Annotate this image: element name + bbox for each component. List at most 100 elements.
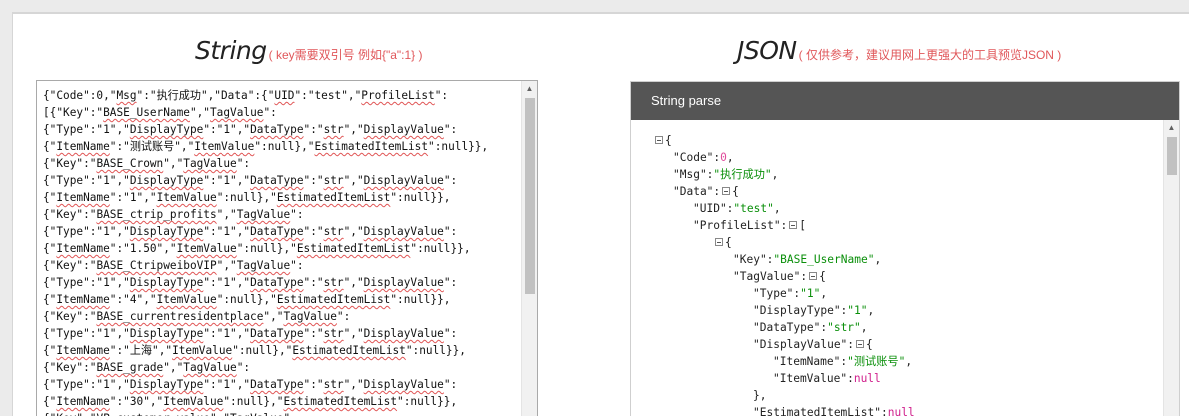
string-line: {"Key":"BASE_CtripweiboVIP","TagValue": — [43, 259, 304, 272]
collapse-minus-icon[interactable] — [856, 340, 865, 348]
json-value: }, — [753, 389, 767, 402]
json-value: "1" — [847, 304, 868, 317]
json-tree-row: "UID":"test", — [631, 200, 915, 217]
json-value: null — [887, 406, 915, 416]
json-tree-row: "Type":"1", — [631, 285, 915, 302]
json-panel: String parse {"Code":0, "Msg":"执行成功", "Dat… — [630, 81, 1180, 416]
string-line: {"Type":"1","DisplayType":"1","DataType"… — [43, 327, 458, 340]
string-input[interactable]: {"Code":0,"Msg":"执行成功","Data":{"UID":"te… — [36, 80, 538, 416]
json-key: "Type": — [753, 287, 801, 300]
json-value: "测试账号" — [847, 355, 906, 368]
json-value: [ — [799, 219, 807, 232]
json-value: "BASE_UserName" — [773, 253, 875, 266]
json-tree-row: "DisplayValue": { — [631, 336, 915, 353]
json-tree-row: "ProfileList": [ — [631, 217, 915, 234]
page-frame: String( key需要双引号 例如{"a":1} ) JSON( 仅供参考，… — [12, 12, 1189, 416]
collapse-minus-icon[interactable] — [722, 187, 731, 195]
json-tree-row: "DisplayType":"1", — [631, 302, 915, 319]
scrollbar-thumb[interactable] — [525, 98, 535, 294]
json-key: "EstimatedItemList": — [753, 406, 888, 416]
json-panel-scrollbar[interactable]: ▲ — [1163, 120, 1179, 416]
json-value: , — [860, 321, 868, 334]
json-tree-row: "Msg":"执行成功", — [631, 166, 915, 183]
json-key: "Msg": — [673, 168, 714, 181]
string-line: {"Key":"BASE_grade","TagValue": — [43, 361, 251, 374]
json-tree-row: "ItemValue":null — [631, 370, 915, 387]
json-tree-row: "DataType":"str", — [631, 319, 915, 336]
json-tree-row: "EstimatedItemList":null — [631, 404, 915, 416]
json-tree-row: { — [631, 234, 915, 251]
json-value: "test" — [733, 202, 774, 215]
string-line: {"Type":"1","DisplayType":"1","DataType"… — [43, 225, 458, 238]
json-value: , — [905, 355, 913, 368]
json-value: , — [771, 168, 779, 181]
json-key: "ItemValue": — [773, 372, 854, 385]
json-tree-row: "ItemName":"测试账号", — [631, 353, 915, 370]
string-heading: String( key需要双引号 例如{"a":1} ) — [195, 36, 423, 65]
json-tree-row: }, — [631, 387, 915, 404]
json-key: "Code": — [673, 151, 721, 164]
json-value: "执行成功" — [713, 168, 772, 181]
string-line: {"Key":"VP_customer_value","TagValue": — [43, 410, 515, 416]
string-line: {"ItemName":"1","ItemValue":null},"Estim… — [43, 191, 451, 204]
string-line: {"ItemName":"4","ItemValue":null},"Estim… — [43, 293, 451, 306]
json-panel-body: {"Code":0, "Msg":"执行成功", "Data":{"UID":"te… — [631, 120, 1179, 416]
json-tree-row: { — [631, 132, 915, 149]
json-tree-row: "Key":"BASE_UserName", — [631, 251, 915, 268]
collapse-minus-icon[interactable] — [809, 272, 818, 280]
json-value: { — [819, 270, 826, 283]
json-heading: JSON( 仅供参考，建议用网上更强大的工具预览JSON ) — [737, 36, 1061, 65]
collapse-minus-icon[interactable] — [655, 136, 663, 144]
string-line: {"ItemName":"测试账号","ItemValue":null},"Es… — [43, 140, 489, 153]
json-key: "Key": — [733, 253, 774, 266]
json-value: , — [820, 287, 828, 300]
json-tree-row: "TagValue": { — [631, 268, 915, 285]
string-title: String — [195, 36, 267, 65]
string-line: {"Type":"1","DisplayType":"1","DataType"… — [43, 174, 458, 187]
json-value: "1" — [800, 287, 821, 300]
string-input-scrollbar[interactable]: ▲ — [521, 81, 537, 416]
json-key: "ItemName": — [773, 355, 848, 368]
json-value: , — [874, 253, 882, 266]
scrollbar-thumb[interactable] — [1167, 137, 1177, 175]
arrow-up-icon[interactable]: ▲ — [522, 81, 537, 97]
string-line: {"Code":0,"Msg":"执行成功","Data":{"UID":"te… — [43, 89, 449, 102]
string-line: {"Type":"1","DisplayType":"1","DataType"… — [43, 123, 458, 136]
string-input-text[interactable]: {"Code":0,"Msg":"执行成功","Data":{"UID":"te… — [37, 81, 537, 416]
string-hint: ( key需要双引号 例如{"a":1} ) — [268, 48, 423, 62]
collapse-minus-icon[interactable] — [715, 238, 723, 246]
string-line: {"Type":"1","DisplayType":"1","DataType"… — [43, 276, 458, 289]
json-tree-row: "Code":0, — [631, 149, 915, 166]
json-value: null — [853, 372, 881, 385]
json-value: { — [725, 236, 732, 249]
json-tree-row: "Data": { — [631, 183, 915, 200]
json-value: 0 — [720, 151, 727, 164]
string-line: {"Key":"BASE_Crown","TagValue": — [43, 157, 251, 170]
json-panel-header: String parse — [631, 82, 1179, 120]
json-value: , — [773, 202, 781, 215]
json-hint: ( 仅供参考，建议用网上更强大的工具预览JSON ) — [798, 48, 1062, 62]
arrow-up-icon[interactable]: ▲ — [1164, 120, 1179, 136]
json-key: "DataType": — [753, 321, 828, 334]
json-tree: {"Code":0, "Msg":"执行成功", "Data":{"UID":"te… — [631, 132, 915, 416]
json-key: "Data": — [673, 185, 721, 198]
string-line: {"ItemName":"30","ItemValue":null},"Esti… — [43, 395, 458, 408]
json-value: { — [732, 185, 739, 198]
string-line: [{"Key":"BASE_UserName","TagValue": — [43, 106, 277, 119]
collapse-minus-icon[interactable] — [789, 221, 798, 229]
json-key: "DisplayType": — [753, 304, 848, 317]
json-value: , — [867, 304, 875, 317]
json-key: "ProfileList": — [693, 219, 788, 232]
json-value: "str" — [827, 321, 861, 334]
json-value: { — [665, 134, 672, 147]
json-value: { — [866, 338, 873, 351]
json-title: JSON — [737, 36, 797, 65]
json-key: "UID": — [693, 202, 734, 215]
string-line: {"ItemName":"1.50","ItemValue":null},"Es… — [43, 242, 471, 255]
json-key: "DisplayValue": — [753, 338, 855, 351]
string-line: {"Key":"BASE_currentresidentplace","TagV… — [43, 310, 351, 323]
string-line: {"ItemName":"上海","ItemValue":null},"Esti… — [43, 344, 466, 357]
string-line: {"Key":"BASE_ctrip_profits","TagValue": — [43, 208, 304, 221]
string-line: {"Type":"1","DisplayType":"1","DataType"… — [43, 378, 458, 391]
json-key: "TagValue": — [733, 270, 808, 283]
